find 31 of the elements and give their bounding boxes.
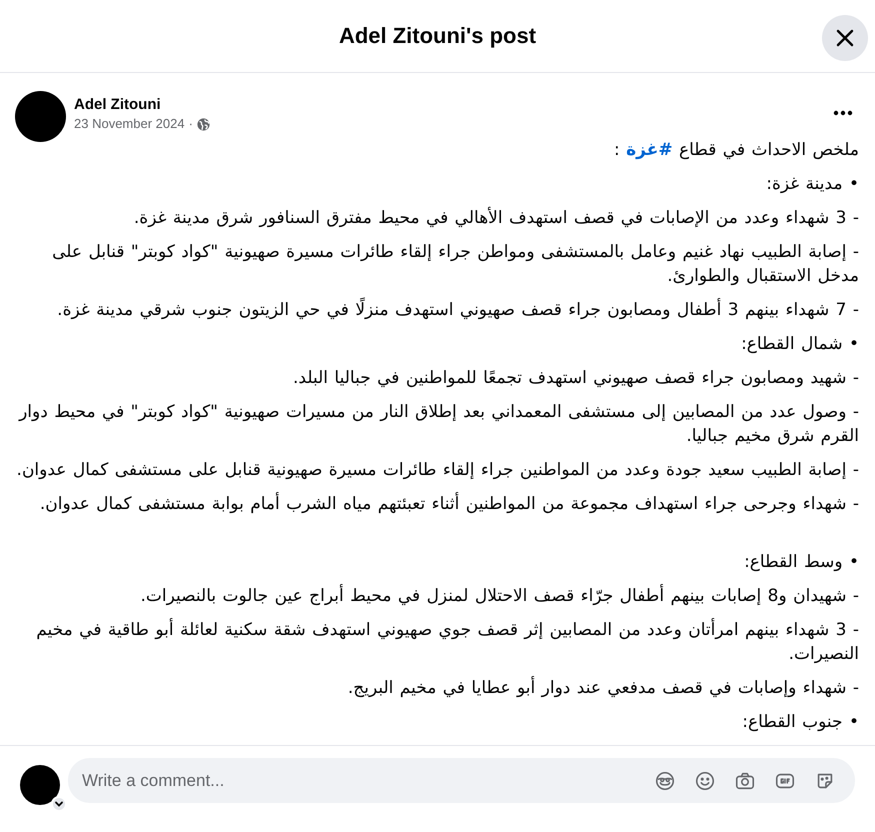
emoji-icon (694, 770, 716, 792)
post-date[interactable]: 23 November 2024 (74, 115, 185, 133)
hashtag-link[interactable]: #غزة (626, 140, 673, 160)
post-paragraph: • شمال القطاع: (740, 333, 859, 356)
post-paragraph: - شهيدان و8 إصابات بينهم أطفال جرّاء قصف الاحتلال لمنزل في محيط أبراج عين جالوت بالنصيرات. (140, 584, 859, 608)
separator-dot: · (188, 115, 193, 133)
chevron-badge[interactable] (51, 796, 67, 812)
post-paragraph: • مدينة غزة: (765, 173, 859, 196)
post-paragraph: - 3 شهداء بينهم امرأتان وعدد من المصابين إثر قصف جوي صهيوني استهدف شقة سكنية لعائلة أبو طاقية في مخيم النصيرات. (35, 618, 859, 666)
user-avatar[interactable] (20, 765, 60, 805)
avatar-icon (654, 770, 676, 792)
post-paragraph: - شهداء وإصابات في قصف مدفعي عند دوار أبو عطايا في مخيم البريج. (346, 676, 859, 700)
post-paragraph: - إصابة الطبيب نهاد غنيم وعامل بالمستشفى ومواطن جراء إلقاء طائرات مسيرة صهيونية "كواد كوبتر" قنابل على مدخل الاستقبال والطوارئ. (51, 241, 859, 288)
globe-icon[interactable] (196, 118, 210, 130)
author-name[interactable]: Adel Zitouni (74, 95, 819, 115)
post-paragraph: - إصابة الطبيب سعيد جودة وعدد من المواطنين جراء إلقاء طائرات مسيرة صهيونية قنابل على مستشفى كمال عدوان. (16, 459, 859, 482)
post-paragraph: - شهداء وجرحى جراء استهداف مجموعة من المواطنين أثناء تعبئتهم مياه الشرب أمام بوابة مستشفى كمال عدوان. (38, 492, 859, 516)
post-paragraph: - 7 شهداء بينهم 3 أطفال ومصابون جراء قصف صهيوني استهدف منزلًا في حي الزيتون جنوب شرقي مدينة غزة. (15, 298, 859, 322)
post-paragraph: • وسط القطاع: (743, 551, 859, 574)
close-icon (835, 28, 855, 48)
post-paragraph: - 3 شهداء وعدد من الإصابات في قصف استهدف الأهالي في محيط مفترق السنافور شرق مدينة غزة. (132, 206, 859, 230)
dialog-title: Adel Zitouni's post (338, 22, 536, 50)
comment-field[interactable]: Write a comment... (80, 766, 647, 794)
post-paragraph: • جنوب القطاع: (741, 711, 859, 734)
post-paragraph: - شهيد ومصابون جراء قصف صهيوني استهدف تجمعًا للمواطنين في جباليا البلد. (292, 367, 859, 390)
comment-bar[interactable]: Write a comment... (68, 758, 855, 803)
post-paragraph: - وصول عدد من المصابين إلى مستشفى المعمداني بعد إطلاق النار من مسيرات صهيونية "كواد كوبتر" في محيط دوار القرم شرق مخيم جباليا. (17, 401, 859, 448)
more-icon (833, 110, 853, 116)
post-paragraph: ملخص الاحداث في قطاع #غزة : (612, 139, 859, 162)
close-button[interactable] (822, 15, 868, 61)
author-avatar[interactable] (15, 91, 66, 142)
